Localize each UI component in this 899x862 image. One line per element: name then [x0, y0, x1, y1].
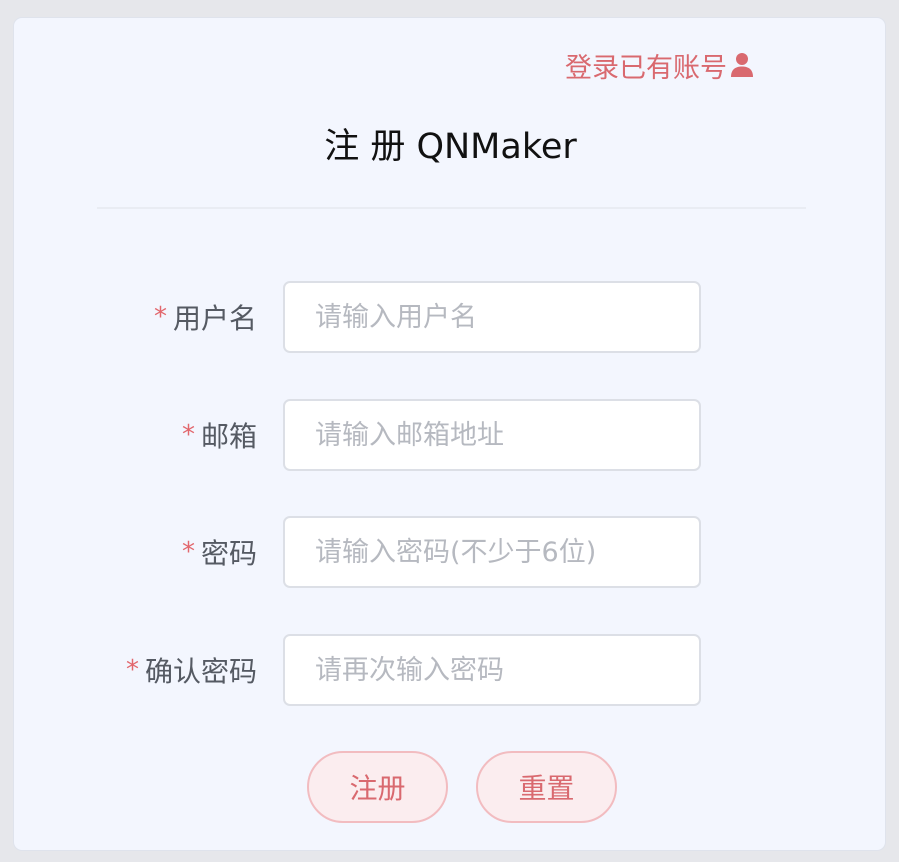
- required-mark: *: [125, 655, 139, 685]
- required-mark: *: [153, 302, 167, 332]
- confirm-password-input[interactable]: [283, 634, 701, 706]
- password-input[interactable]: [283, 516, 701, 588]
- email-label: * 邮箱: [182, 399, 257, 471]
- username-label-text: 用户名: [172, 302, 257, 335]
- email-row: * 邮箱: [14, 399, 887, 471]
- confirm-password-row: * 确认密码: [14, 634, 887, 706]
- email-label-text: 邮箱: [200, 420, 257, 453]
- title-divider: [97, 207, 806, 209]
- required-mark: *: [181, 420, 195, 450]
- password-row: * 密码: [14, 516, 887, 588]
- password-label-text: 密码: [200, 537, 257, 570]
- register-button[interactable]: 注册: [307, 751, 448, 823]
- reset-button[interactable]: 重置: [476, 751, 617, 823]
- confirm-password-label-text: 确认密码: [144, 655, 257, 688]
- password-label: * 密码: [182, 516, 257, 588]
- username-input[interactable]: [283, 281, 701, 353]
- register-card: 登录已有账号 注 册 QNMaker * 用户名 * 邮箱 * 密码: [13, 17, 886, 851]
- login-existing-account-link[interactable]: 登录已有账号: [565, 47, 754, 84]
- page-title: 注 册 QNMaker: [324, 127, 577, 167]
- username-row: * 用户名: [14, 281, 887, 353]
- email-input[interactable]: [283, 399, 701, 471]
- user-icon: [730, 52, 754, 78]
- confirm-password-label: * 确认密码: [126, 634, 257, 706]
- username-label: * 用户名: [154, 281, 257, 353]
- login-link-label: 登录已有账号: [565, 52, 727, 84]
- required-mark: *: [181, 537, 195, 567]
